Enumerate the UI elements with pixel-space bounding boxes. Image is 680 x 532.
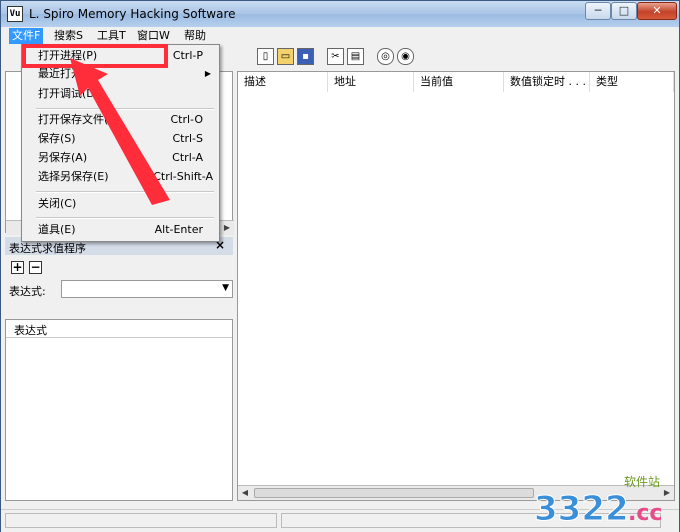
menu-item-close[interactable]: 关闭(C) bbox=[24, 195, 217, 213]
app-icon: Vu bbox=[7, 6, 23, 22]
menu-bar: 文件F 搜索S 工具T 窗口W 帮助 bbox=[3, 27, 677, 45]
watermark-number: 3322 bbox=[534, 489, 629, 526]
menu-item-open-save-file[interactable]: 打开保存文件(O) Ctrl-O bbox=[24, 111, 217, 129]
scroll-right-arrow[interactable]: ▶ bbox=[220, 221, 234, 235]
unlock-icon[interactable]: ◉ bbox=[397, 48, 414, 65]
maximize-button[interactable]: □ bbox=[611, 2, 637, 20]
column-expression[interactable]: 表达式 bbox=[14, 322, 47, 338]
menu-item-label: 另保存(A) bbox=[38, 151, 88, 164]
scroll-thumb[interactable] bbox=[254, 488, 534, 498]
menu-separator bbox=[36, 217, 214, 219]
menu-item-properties[interactable]: 道具(E) Alt-Enter bbox=[24, 221, 217, 239]
results-table[interactable]: 描述 地址 当前值 数值锁定时 . . . 类型 ◀ ▶ bbox=[237, 71, 675, 501]
watermark-logo: 软件站 3322 .cc bbox=[534, 475, 663, 526]
open-folder-icon[interactable]: ▭ bbox=[277, 48, 294, 65]
watermark-domain: .cc bbox=[628, 501, 662, 526]
menu-window[interactable]: 窗口W bbox=[134, 28, 173, 44]
menu-separator bbox=[36, 191, 214, 193]
save-disk-icon[interactable]: ▪ bbox=[297, 48, 314, 65]
menu-item-shortcut: Ctrl-A bbox=[172, 151, 203, 164]
menu-item-label: 打开保存文件(O) bbox=[38, 113, 122, 126]
menu-file[interactable]: 文件F bbox=[9, 28, 44, 44]
menu-item-shortcut: Ctrl-S bbox=[172, 132, 203, 145]
menu-item-label: 关闭(C) bbox=[38, 197, 77, 210]
new-file-icon[interactable]: ▯ bbox=[257, 48, 274, 65]
menu-item-save-as[interactable]: 另保存(A) Ctrl-A bbox=[24, 149, 217, 167]
submenu-arrow-icon: ▶ bbox=[204, 69, 211, 78]
menu-item-label: 打开调试(D) bbox=[38, 87, 100, 100]
toolbar: ▯ ▭ ▪ ✂ ▤ ◎ ◉ bbox=[237, 45, 677, 69]
menu-item-shortcut: Ctrl-P bbox=[172, 49, 203, 62]
window-title: L. Spiro Memory Hacking Software bbox=[29, 7, 236, 21]
column-description[interactable]: 描述 bbox=[238, 72, 328, 92]
watermark-tag: 软件站 bbox=[624, 475, 660, 489]
menu-item-shortcut: Ctrl-Shift-A bbox=[153, 170, 213, 183]
lock-icon[interactable]: ◎ bbox=[377, 48, 394, 65]
menu-item-save[interactable]: 保存(S) Ctrl-S bbox=[24, 130, 217, 148]
column-address[interactable]: 地址 bbox=[328, 72, 414, 92]
clipboard-icon[interactable]: ▤ bbox=[347, 48, 364, 65]
highlight-box bbox=[22, 44, 168, 68]
file-menu-dropdown: 打开进程(P) Ctrl-P 最近打开 ▶ 打开调试(D) 打开保存文件(O) … bbox=[21, 44, 220, 242]
menu-item-shortcut: Alt-Enter bbox=[154, 223, 203, 236]
menu-help[interactable]: 帮助 bbox=[181, 28, 209, 44]
expression-combobox[interactable]: ▼ bbox=[61, 280, 233, 298]
column-locked-value[interactable]: 数值锁定时 . . . bbox=[504, 72, 590, 92]
menu-item-label: 道具(E) bbox=[38, 223, 76, 236]
menu-item-label: 选择另保存(E) bbox=[38, 170, 109, 183]
close-button[interactable]: ✕ bbox=[637, 2, 677, 20]
title-bar: Vu L. Spiro Memory Hacking Software ─ □ … bbox=[1, 1, 679, 27]
menu-separator bbox=[36, 108, 214, 110]
scroll-left-arrow[interactable]: ◀ bbox=[238, 486, 252, 500]
minimize-button[interactable]: ─ bbox=[585, 2, 611, 20]
expression-list[interactable]: 表达式 bbox=[5, 319, 233, 501]
menu-tools[interactable]: 工具T bbox=[94, 28, 129, 44]
expression-list-header: 表达式 bbox=[6, 320, 232, 338]
chevron-down-icon[interactable]: ▼ bbox=[222, 283, 229, 293]
menu-search[interactable]: 搜索S bbox=[51, 28, 86, 44]
add-expression-button[interactable]: + bbox=[11, 261, 24, 274]
menu-item-shortcut: Ctrl-O bbox=[170, 113, 203, 126]
status-cell-1 bbox=[5, 513, 277, 528]
column-type[interactable]: 类型 bbox=[590, 72, 674, 92]
menu-item-label: 保存(S) bbox=[38, 132, 76, 145]
cut-icon[interactable]: ✂ bbox=[327, 48, 344, 65]
remove-expression-button[interactable]: − bbox=[29, 261, 42, 274]
menu-item-select-save-as[interactable]: 选择另保存(E) Ctrl-Shift-A bbox=[24, 168, 217, 186]
section-title: 表达式求值程序 bbox=[9, 242, 86, 255]
menu-item-open-debug[interactable]: 打开调试(D) bbox=[24, 85, 217, 103]
column-current-value[interactable]: 当前值 bbox=[414, 72, 504, 92]
expression-label: 表达式: bbox=[9, 285, 46, 298]
